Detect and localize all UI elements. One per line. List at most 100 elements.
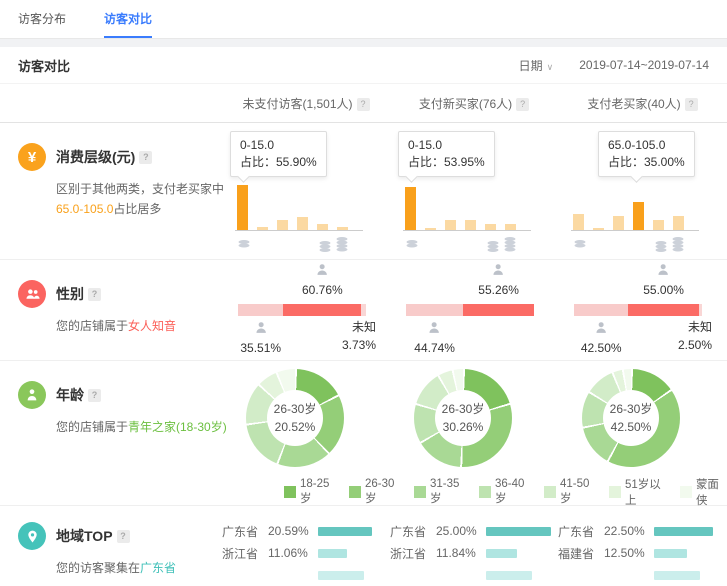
consumption-bar[interactable] (505, 224, 516, 230)
person-icon (18, 381, 46, 409)
date-selector[interactable]: 日期∨ (519, 57, 554, 74)
chart-tooltip: 0-15.0 占比：55.90% (230, 131, 327, 177)
help-icon[interactable]: ? (139, 151, 152, 164)
region-item: 广东省 22.50% (558, 520, 727, 542)
consumption-bar[interactable] (593, 228, 604, 230)
consumption-bar[interactable] (277, 220, 288, 230)
consumption-desc-highlight: 65.0-105.0 (56, 202, 113, 216)
male-share: 35.51% (240, 320, 281, 355)
person-icon (253, 320, 268, 335)
legend-item[interactable]: 18-25岁 (284, 478, 337, 506)
region-item: 广东省 25.00% (390, 520, 558, 542)
help-icon[interactable]: ? (117, 530, 130, 543)
chart-tooltip: 65.0-105.0 占比：35.00% (598, 131, 695, 177)
legend-item[interactable]: 41-50岁 (544, 478, 597, 506)
gender-bar (574, 304, 702, 316)
legend-item[interactable]: 31-35岁 (414, 478, 467, 506)
region-item-partial (558, 564, 727, 586)
high-spend-icon (654, 236, 685, 253)
legend-swatch (349, 486, 361, 498)
consumption-desc: 区别于其他两类，支付老买家中 65.0-105.0占比居多 (56, 179, 232, 219)
location-pin-icon (18, 522, 46, 550)
consumption-bar[interactable] (317, 224, 328, 230)
consumption-bar[interactable] (425, 228, 436, 230)
high-spend-icon (486, 236, 517, 253)
mini-bar-chart (571, 183, 699, 231)
help-icon[interactable]: ? (357, 98, 370, 111)
person-icon (427, 320, 442, 335)
legend-swatch (479, 486, 491, 498)
age-chart-old-buyer[interactable]: 26-30岁 42.50% (558, 361, 727, 475)
row-title-age: 年龄? (56, 385, 101, 405)
row-age: 年龄? 您的店铺属于青年之家(18-30岁) 26-30岁 20.52% 26-… (0, 361, 727, 506)
gender-chart-unpaid[interactable]: 60.76% 35.51% 未知 3.73% (222, 260, 390, 360)
help-icon[interactable]: ? (516, 98, 529, 111)
person-icon (491, 262, 506, 277)
age-donut: 26-30岁 20.52% (246, 369, 344, 467)
age-desc: 您的店铺属于青年之家(18-30岁) (56, 417, 222, 437)
gender-chart-new-buyer[interactable]: 55.26% 44.74% 未知 (390, 260, 558, 360)
age-donut: 26-30岁 42.50% (582, 369, 680, 467)
region-item: 浙江省 11.06% (222, 542, 390, 564)
consumption-bar[interactable] (485, 224, 496, 230)
female-share: 55.26% (478, 262, 519, 297)
age-chart-unpaid[interactable]: 26-30岁 20.52% (222, 361, 390, 475)
region-bar (486, 549, 517, 558)
column-header-unpaid: 未支付访客(1,501人)? (222, 95, 390, 112)
legend-item[interactable]: 36-40岁 (479, 478, 532, 506)
row-gender: 性别? 您的店铺属于女人知音 60.76% 35.51% 未知 3.73% (0, 260, 727, 361)
legend-item[interactable]: 26-30岁 (349, 478, 402, 506)
consumption-bar[interactable] (257, 227, 268, 230)
legend-swatch (609, 486, 621, 498)
age-desc-highlight: 青年之家(18-30岁) (128, 420, 227, 434)
region-item: 广东省 20.59% (222, 520, 390, 542)
mini-bar-chart (235, 183, 363, 231)
chevron-down-icon: ∨ (547, 62, 554, 72)
consumption-bar[interactable] (653, 220, 664, 230)
age-chart-new-buyer[interactable]: 26-30岁 30.26% (390, 361, 558, 475)
person-icon (315, 262, 330, 277)
consumption-bar[interactable] (613, 216, 624, 230)
region-list-unpaid: 广东省 20.59% 浙江省 11.06% (222, 506, 390, 586)
legend-swatch (414, 486, 426, 498)
low-spend-icon (573, 239, 587, 249)
male-share: 44.74% (414, 320, 455, 355)
region-bar (654, 571, 700, 580)
page-header: 访客对比 日期∨ 2019-07-14~2019-07-14 (0, 47, 727, 84)
region-item-partial (222, 564, 390, 586)
gender-bar (406, 304, 534, 316)
legend-item[interactable]: 蒙面侠 (680, 476, 727, 508)
tab-visitor-compare[interactable]: 访客对比 (104, 10, 152, 38)
consumption-bar[interactable] (633, 202, 644, 230)
consumption-bar[interactable] (297, 217, 308, 230)
gender-desc-highlight: 女人知音 (128, 319, 176, 333)
consumption-bar[interactable] (237, 185, 248, 230)
legend-item[interactable]: 51岁以上 (609, 476, 668, 508)
consumption-bar[interactable] (445, 220, 456, 230)
unknown-share: 未知 2.50% (678, 318, 712, 354)
help-icon[interactable]: ? (88, 389, 101, 402)
consumption-bar[interactable] (337, 227, 348, 230)
consumption-bar[interactable] (673, 216, 684, 230)
high-spend-icon (318, 236, 349, 253)
low-spend-icon (405, 239, 419, 249)
consumption-chart-new-buyer[interactable]: 0-15.0 占比：53.95% (390, 123, 558, 259)
consumption-bar[interactable] (405, 187, 416, 230)
page-title: 访客对比 (18, 56, 70, 75)
tab-visitor-distribution[interactable]: 访客分布 (18, 10, 66, 38)
consumption-bar[interactable] (573, 214, 584, 230)
consumption-bar[interactable] (465, 220, 476, 230)
chart-tooltip: 0-15.0 占比：53.95% (398, 131, 495, 177)
row-region: 地域TOP? 您的访客聚集在广东省 广东省 20.59% 浙江省 11.06% … (0, 506, 727, 586)
gender-chart-old-buyer[interactable]: 55.00% 42.50% 未知 2.50% (558, 260, 727, 360)
gender-desc: 您的店铺属于女人知音 (56, 316, 222, 336)
gender-bar (238, 304, 366, 316)
unknown-share: 未知 3.73% (342, 318, 376, 354)
consumption-chart-old-buyer[interactable]: 65.0-105.0 占比：35.00% (558, 123, 727, 259)
consumption-chart-unpaid[interactable]: 0-15.0 占比：55.90% (222, 123, 390, 259)
help-icon[interactable]: ? (685, 98, 698, 111)
region-bar (318, 527, 372, 536)
help-icon[interactable]: ? (88, 288, 101, 301)
region-bar (486, 527, 551, 536)
row-title-consumption: 消费层级(元)? (56, 147, 152, 167)
